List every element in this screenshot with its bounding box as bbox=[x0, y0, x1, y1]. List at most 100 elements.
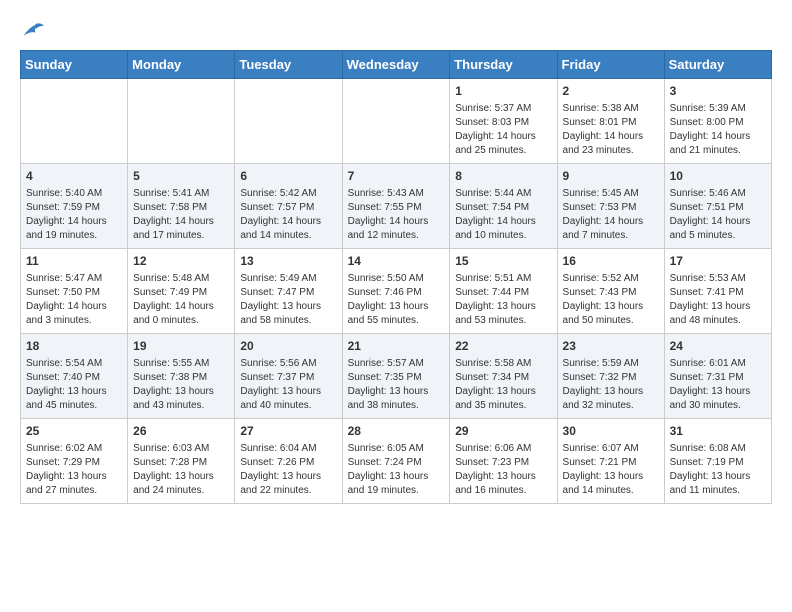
day-info: Sunrise: 5:48 AM Sunset: 7:49 PM Dayligh… bbox=[133, 272, 229, 328]
calendar-week-row: 1 Sunrise: 5:37 AM Sunset: 8:03 PM Daylig… bbox=[21, 79, 772, 164]
day-info: Sunrise: 5:52 AM Sunset: 7:43 PM Dayligh… bbox=[563, 272, 659, 328]
day-info: Sunrise: 5:50 AM Sunset: 7:46 PM Dayligh… bbox=[348, 272, 445, 328]
day-number: 25 bbox=[26, 423, 122, 440]
day-number: 21 bbox=[348, 338, 445, 355]
calendar-cell: 13 Sunrise: 5:49 AM Sunset: 7:47 PM Dayli… bbox=[235, 249, 342, 334]
day-info: Sunrise: 6:02 AM Sunset: 7:29 PM Dayligh… bbox=[26, 442, 122, 498]
calendar-cell: 8Sunrise: 5:44 AM Sunset: 7:54 PM Daylig… bbox=[450, 164, 557, 249]
calendar-table: SundayMondayTuesdayWednesdayThursdayFrid… bbox=[20, 50, 772, 504]
day-info: Sunrise: 6:06 AM Sunset: 7:23 PM Dayligh… bbox=[455, 442, 551, 498]
calendar-week-row: 11 Sunrise: 5:47 AM Sunset: 7:50 PM Dayli… bbox=[21, 249, 772, 334]
calendar-cell: 12 Sunrise: 5:48 AM Sunset: 7:49 PM Dayli… bbox=[128, 249, 235, 334]
day-number: 3 bbox=[670, 83, 766, 100]
day-info: Sunrise: 5:58 AM Sunset: 7:34 PM Dayligh… bbox=[455, 357, 551, 413]
calendar-cell: 20 Sunrise: 5:56 AM Sunset: 7:37 PM Dayli… bbox=[235, 334, 342, 419]
calendar-cell: 29 Sunrise: 6:06 AM Sunset: 7:23 PM Dayli… bbox=[450, 419, 557, 504]
calendar-cell: 4 Sunrise: 5:40 AM Sunset: 7:59 PM Daylig… bbox=[21, 164, 128, 249]
day-number: 30 bbox=[563, 423, 659, 440]
day-number: 24 bbox=[670, 338, 766, 355]
logo-bird-icon bbox=[20, 20, 44, 40]
calendar-cell: 18 Sunrise: 5:54 AM Sunset: 7:40 PM Dayli… bbox=[21, 334, 128, 419]
day-number: 28 bbox=[348, 423, 445, 440]
day-number: 12 bbox=[133, 253, 229, 270]
calendar-cell: 24 Sunrise: 6:01 AM Sunset: 7:31 PM Dayli… bbox=[664, 334, 771, 419]
logo bbox=[20, 20, 44, 40]
calendar-cell bbox=[21, 79, 128, 164]
day-info: Sunrise: 5:57 AM Sunset: 7:35 PM Dayligh… bbox=[348, 357, 445, 413]
day-info: Sunrise: 5:51 AM Sunset: 7:44 PM Dayligh… bbox=[455, 272, 551, 328]
day-info: Sunrise: 5:53 AM Sunset: 7:41 PM Dayligh… bbox=[670, 272, 766, 328]
day-number: 14 bbox=[348, 253, 445, 270]
weekday-header-sunday: Sunday bbox=[21, 51, 128, 79]
day-number: 19 bbox=[133, 338, 229, 355]
calendar-cell: 15 Sunrise: 5:51 AM Sunset: 7:44 PM Dayli… bbox=[450, 249, 557, 334]
day-number: 17 bbox=[670, 253, 766, 270]
day-info: Sunrise: 6:03 AM Sunset: 7:28 PM Dayligh… bbox=[133, 442, 229, 498]
calendar-cell: 27 Sunrise: 6:04 AM Sunset: 7:26 PM Dayli… bbox=[235, 419, 342, 504]
day-number: 26 bbox=[133, 423, 229, 440]
calendar-cell: 16 Sunrise: 5:52 AM Sunset: 7:43 PM Dayli… bbox=[557, 249, 664, 334]
day-number: 2 bbox=[563, 83, 659, 100]
calendar-cell: 1 Sunrise: 5:37 AM Sunset: 8:03 PM Daylig… bbox=[450, 79, 557, 164]
calendar-cell: 19 Sunrise: 5:55 AM Sunset: 7:38 PM Dayli… bbox=[128, 334, 235, 419]
day-info: Sunrise: 5:56 AM Sunset: 7:37 PM Dayligh… bbox=[240, 357, 336, 413]
day-number: 8 bbox=[455, 168, 551, 185]
day-info: Sunrise: 5:39 AM Sunset: 8:00 PM Dayligh… bbox=[670, 102, 766, 158]
day-number: 20 bbox=[240, 338, 336, 355]
calendar-cell: 9 Sunrise: 5:45 AM Sunset: 7:53 PM Daylig… bbox=[557, 164, 664, 249]
calendar-cell: 6 Sunrise: 5:42 AM Sunset: 7:57 PM Daylig… bbox=[235, 164, 342, 249]
calendar-week-row: 4 Sunrise: 5:40 AM Sunset: 7:59 PM Daylig… bbox=[21, 164, 772, 249]
weekday-header-row: SundayMondayTuesdayWednesdayThursdayFrid… bbox=[21, 51, 772, 79]
day-info: Sunrise: 5:40 AM Sunset: 7:59 PM Dayligh… bbox=[26, 187, 122, 243]
calendar-cell: 17 Sunrise: 5:53 AM Sunset: 7:41 PM Dayli… bbox=[664, 249, 771, 334]
calendar-cell: 23 Sunrise: 5:59 AM Sunset: 7:32 PM Dayli… bbox=[557, 334, 664, 419]
day-number: 9 bbox=[563, 168, 659, 185]
calendar-cell: 31Sunrise: 6:08 AM Sunset: 7:19 PM Dayli… bbox=[664, 419, 771, 504]
calendar-cell: 25 Sunrise: 6:02 AM Sunset: 7:29 PM Dayli… bbox=[21, 419, 128, 504]
calendar-cell: 11 Sunrise: 5:47 AM Sunset: 7:50 PM Dayli… bbox=[21, 249, 128, 334]
day-info: Sunrise: 6:05 AM Sunset: 7:24 PM Dayligh… bbox=[348, 442, 445, 498]
calendar-cell bbox=[342, 79, 450, 164]
day-info: Sunrise: 5:49 AM Sunset: 7:47 PM Dayligh… bbox=[240, 272, 336, 328]
day-number: 16 bbox=[563, 253, 659, 270]
day-info: Sunrise: 5:47 AM Sunset: 7:50 PM Dayligh… bbox=[26, 272, 122, 328]
calendar-cell: 2Sunrise: 5:38 AM Sunset: 8:01 PM Daylig… bbox=[557, 79, 664, 164]
day-info: Sunrise: 5:59 AM Sunset: 7:32 PM Dayligh… bbox=[563, 357, 659, 413]
calendar-cell bbox=[235, 79, 342, 164]
day-number: 5 bbox=[133, 168, 229, 185]
day-number: 29 bbox=[455, 423, 551, 440]
calendar-cell: 30Sunrise: 6:07 AM Sunset: 7:21 PM Dayli… bbox=[557, 419, 664, 504]
day-info: Sunrise: 5:42 AM Sunset: 7:57 PM Dayligh… bbox=[240, 187, 336, 243]
weekday-header-friday: Friday bbox=[557, 51, 664, 79]
day-info: Sunrise: 6:04 AM Sunset: 7:26 PM Dayligh… bbox=[240, 442, 336, 498]
day-info: Sunrise: 5:54 AM Sunset: 7:40 PM Dayligh… bbox=[26, 357, 122, 413]
day-info: Sunrise: 5:43 AM Sunset: 7:55 PM Dayligh… bbox=[348, 187, 445, 243]
calendar-cell bbox=[128, 79, 235, 164]
day-number: 6 bbox=[240, 168, 336, 185]
day-info: Sunrise: 5:37 AM Sunset: 8:03 PM Dayligh… bbox=[455, 102, 551, 158]
calendar-cell: 7 Sunrise: 5:43 AM Sunset: 7:55 PM Daylig… bbox=[342, 164, 450, 249]
day-number: 27 bbox=[240, 423, 336, 440]
day-number: 31 bbox=[670, 423, 766, 440]
weekday-header-saturday: Saturday bbox=[664, 51, 771, 79]
day-info: Sunrise: 5:45 AM Sunset: 7:53 PM Dayligh… bbox=[563, 187, 659, 243]
calendar-cell: 14 Sunrise: 5:50 AM Sunset: 7:46 PM Dayli… bbox=[342, 249, 450, 334]
weekday-header-tuesday: Tuesday bbox=[235, 51, 342, 79]
day-number: 11 bbox=[26, 253, 122, 270]
calendar-cell: 10Sunrise: 5:46 AM Sunset: 7:51 PM Dayli… bbox=[664, 164, 771, 249]
day-info: Sunrise: 6:01 AM Sunset: 7:31 PM Dayligh… bbox=[670, 357, 766, 413]
day-number: 1 bbox=[455, 83, 551, 100]
day-number: 7 bbox=[348, 168, 445, 185]
day-info: Sunrise: 5:55 AM Sunset: 7:38 PM Dayligh… bbox=[133, 357, 229, 413]
day-number: 15 bbox=[455, 253, 551, 270]
calendar-cell: 22Sunrise: 5:58 AM Sunset: 7:34 PM Dayli… bbox=[450, 334, 557, 419]
day-number: 13 bbox=[240, 253, 336, 270]
day-number: 4 bbox=[26, 168, 122, 185]
weekday-header-wednesday: Wednesday bbox=[342, 51, 450, 79]
weekday-header-thursday: Thursday bbox=[450, 51, 557, 79]
day-number: 23 bbox=[563, 338, 659, 355]
weekday-header-monday: Monday bbox=[128, 51, 235, 79]
calendar-week-row: 25 Sunrise: 6:02 AM Sunset: 7:29 PM Dayli… bbox=[21, 419, 772, 504]
calendar-cell: 5Sunrise: 5:41 AM Sunset: 7:58 PM Daylig… bbox=[128, 164, 235, 249]
day-number: 18 bbox=[26, 338, 122, 355]
